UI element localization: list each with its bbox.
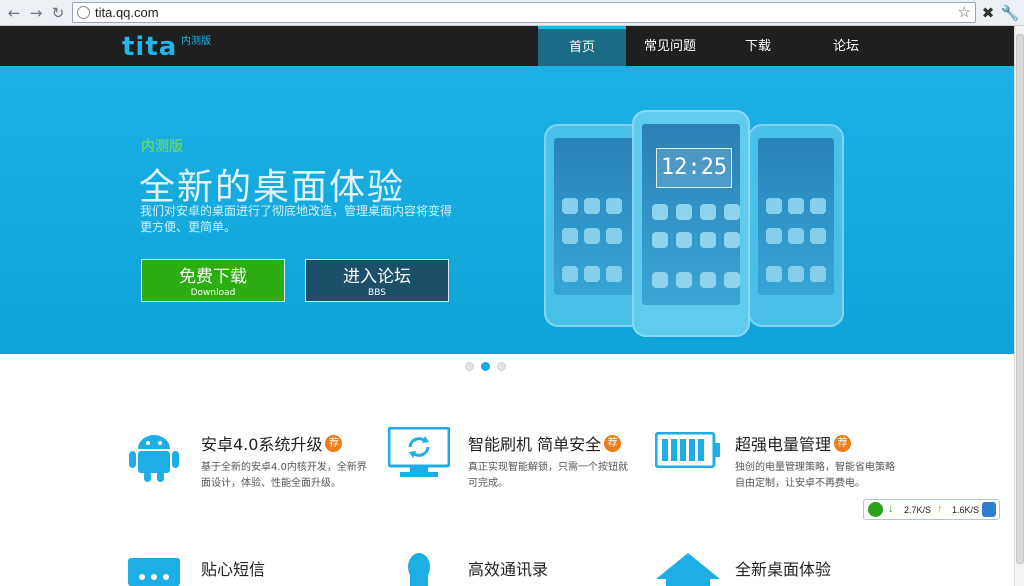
page-scrollbar[interactable]: [1014, 26, 1024, 586]
forward-icon[interactable]: →: [26, 3, 46, 23]
nav-download[interactable]: 下载: [714, 26, 802, 66]
battery-icon: [655, 432, 720, 468]
reload-icon[interactable]: ↻: [48, 3, 68, 23]
phone-image-right: [748, 124, 844, 327]
carousel-dots: [465, 362, 506, 371]
feature-desc: 基于全新的安卓4.0内核开发，全新界面设计，体验、性能全面升级。: [201, 462, 367, 489]
android-icon: [129, 435, 179, 482]
upload-arrow-icon: ↑: [937, 503, 943, 515]
carousel-dot[interactable]: [497, 362, 506, 371]
phone-image-main: 12:25: [632, 110, 750, 337]
carousel-dot[interactable]: [465, 362, 474, 371]
feature-desc: 真正实现智能解锁，只需一个按钮就可完成。: [468, 462, 628, 489]
back-icon[interactable]: ←: [4, 3, 24, 23]
url-text[interactable]: tita.qq.com: [95, 5, 159, 20]
monitor-refresh-icon: [388, 427, 450, 477]
contact-icon: [408, 553, 430, 586]
site-logo[interactable]: tita: [122, 32, 177, 62]
hero-badge: 内测版: [141, 139, 183, 155]
main-nav: 首页 常见问题 下载 论坛: [538, 26, 890, 66]
bookmark-star-icon[interactable]: ☆: [958, 3, 971, 21]
hero-banner: 内测版 全新的桌面体验 我们对安卓的桌面进行了彻底地改造，管理桌面内容将变得更方…: [0, 66, 1014, 354]
feature-title: 贴心短信: [201, 560, 266, 579]
logo-badge: 内测版: [181, 36, 211, 47]
recommend-badge: 荐: [604, 435, 622, 452]
carousel-dot-active[interactable]: [481, 362, 490, 371]
close-tab-icon[interactable]: ✖: [978, 3, 998, 23]
home-icon: [656, 553, 720, 586]
nav-forum[interactable]: 论坛: [802, 26, 890, 66]
site-header: tita 内测版 首页 常见问题 下载 论坛: [0, 26, 1014, 66]
page-icon: [77, 6, 90, 19]
feature-title: 超强电量管理荐: [735, 431, 852, 455]
phone-image-left: [544, 124, 644, 327]
download-arrow-icon: ↓: [888, 503, 894, 515]
download-button[interactable]: 免费下载 Download: [141, 259, 285, 302]
download-label: 免费下载: [179, 267, 247, 287]
forum-label: 进入论坛: [343, 267, 411, 287]
feature-desc: 独创的电量管理策略，智能省电策略自由定制，让安卓不再费电。: [735, 462, 895, 489]
phone-clock: 12:25: [656, 148, 732, 188]
feature-title: 高效通讯录: [468, 560, 549, 579]
feature-title: 智能刷机 简单安全荐: [468, 431, 622, 455]
recommend-badge: 荐: [834, 435, 852, 452]
forum-button[interactable]: 进入论坛 BBS: [305, 259, 449, 302]
hero-description: 我们对安卓的桌面进行了彻底地改造，管理桌面内容将变得更方便、更简单。: [140, 204, 453, 234]
qq-guard-icon: [868, 502, 883, 517]
upload-speed: 1.6K/S: [952, 505, 980, 515]
recommend-badge: 荐: [325, 435, 343, 452]
scrollbar-thumb[interactable]: [1016, 34, 1024, 564]
download-speed: 2.7K/S: [904, 505, 932, 515]
widget-menu-icon[interactable]: [982, 502, 996, 517]
address-bar[interactable]: tita.qq.com ☆: [72, 2, 976, 23]
feature-title: 安卓4.0系统升级荐: [201, 431, 343, 455]
nav-faq[interactable]: 常见问题: [626, 26, 714, 66]
forum-sublabel: BBS: [368, 288, 386, 298]
download-sublabel: Download: [190, 288, 236, 298]
wrench-icon[interactable]: 🔧: [1000, 3, 1020, 23]
browser-toolbar: ← → ↻ tita.qq.com ☆ ✖ 🔧: [0, 0, 1024, 26]
network-speed-widget[interactable]: ↓ 2.7K/S ↑ 1.6K/S: [863, 499, 1000, 520]
feature-title: 全新桌面体验: [735, 560, 832, 579]
message-icon: [128, 558, 180, 586]
nav-home[interactable]: 首页: [538, 26, 626, 66]
